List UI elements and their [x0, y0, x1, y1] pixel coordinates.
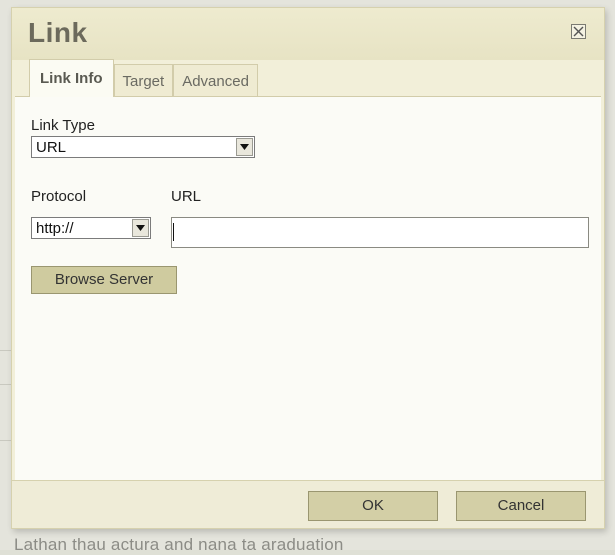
dialog-tabs: Link Info Target Advanced	[29, 59, 258, 97]
chevron-down-icon[interactable]	[132, 219, 149, 237]
dialog-footer: OK Cancel	[12, 480, 604, 528]
protocol-select[interactable]: http://	[31, 217, 151, 239]
link-type-value: URL	[36, 139, 67, 156]
protocol-label: Protocol	[31, 188, 87, 205]
background-text: Lathan thau actura and nana ta araduatio…	[14, 535, 344, 554]
browse-server-button[interactable]: Browse Server	[31, 266, 177, 294]
url-label: URL	[171, 188, 202, 205]
url-input[interactable]	[171, 217, 589, 248]
close-button[interactable]	[571, 24, 586, 39]
chevron-down-icon[interactable]	[236, 138, 253, 156]
link-type-label: Link Type	[31, 117, 95, 134]
dialog-title-bar[interactable]: Link	[12, 8, 604, 60]
close-icon	[573, 26, 584, 37]
cancel-button[interactable]: Cancel	[456, 491, 586, 521]
tab-link-info[interactable]: Link Info	[29, 59, 114, 97]
tab-advanced[interactable]: Advanced	[173, 64, 258, 97]
ok-button[interactable]: OK	[308, 491, 438, 521]
link-dialog: Link Link Info Target Advanced Link Type…	[11, 7, 605, 529]
protocol-value: http://	[36, 220, 74, 237]
tab-target[interactable]: Target	[113, 64, 174, 97]
link-type-select[interactable]: URL	[31, 136, 255, 158]
text-caret	[173, 223, 174, 241]
link-info-panel: Link Type URL Protocol http:// URL Brows…	[15, 96, 601, 480]
dialog-title: Link	[28, 17, 88, 48]
